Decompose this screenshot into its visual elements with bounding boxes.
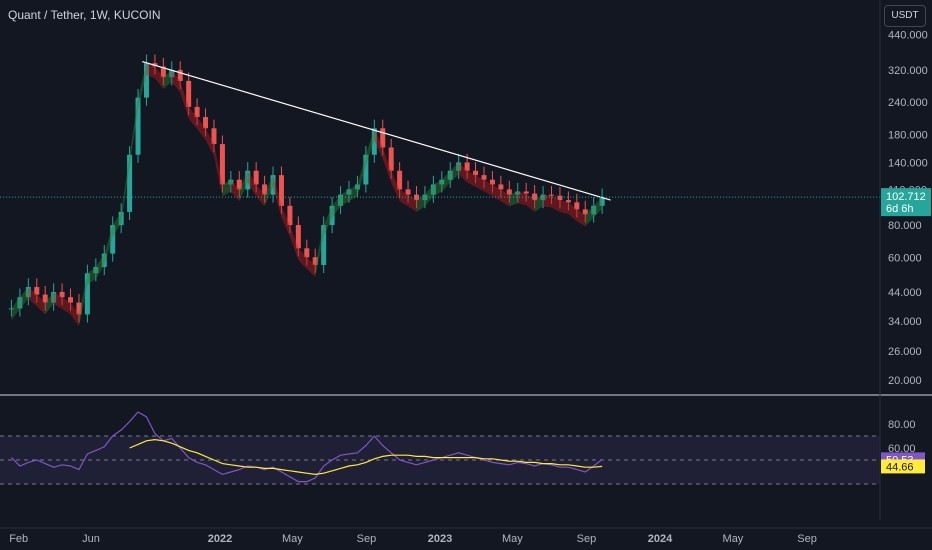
price-pane — [0, 54, 880, 327]
ribbon-segment — [543, 194, 552, 208]
last-price-label: 102.712 — [886, 191, 926, 203]
ribbon-segment — [441, 170, 451, 192]
chart-canvas[interactable]: 440.000320.000240.000180.000140.000110.0… — [0, 0, 932, 550]
x-tick-label: Feb — [9, 533, 28, 545]
x-tick-label: Jun — [82, 533, 100, 545]
ribbon-segment — [332, 194, 341, 218]
x-tick-label: May — [282, 533, 303, 545]
y-tick-label: 240.000 — [888, 97, 928, 109]
x-tick-label: 2023 — [428, 533, 452, 545]
y-tick-label: 180.000 — [888, 129, 928, 141]
y-tick-label: 320.000 — [888, 65, 928, 77]
y-tick-label: 34.000 — [888, 316, 922, 328]
ribbon-segment — [450, 162, 459, 183]
y-tick-label: 60.000 — [888, 252, 922, 264]
ribbon-segment — [11, 297, 20, 321]
ribbon-segment — [340, 189, 349, 207]
x-tick-label: Sep — [357, 533, 377, 545]
ribbon-segment — [593, 197, 603, 218]
rsi-ma-label: 44.66 — [886, 461, 914, 473]
y-tick-label: 20.000 — [888, 375, 922, 387]
y-tick-label: 44.000 — [888, 287, 922, 299]
x-tick-label: 2022 — [208, 533, 232, 545]
ribbon-segment — [433, 179, 442, 197]
rsi-y-tick-label: 80.00 — [888, 419, 916, 431]
ribbon-segment — [348, 184, 358, 202]
ribbon-segment — [19, 287, 29, 309]
ribbon-segment — [95, 253, 105, 279]
y-tick-label: 440.000 — [888, 29, 928, 41]
y-tick-label: 26.000 — [888, 346, 922, 358]
y-tick-label: 140.000 — [888, 157, 928, 169]
x-tick-label: May — [502, 533, 523, 545]
countdown-label: 6d 6h — [886, 203, 914, 215]
ribbon-segment — [424, 184, 434, 207]
ribbon-segment — [585, 205, 594, 227]
ribbon-segment — [87, 267, 96, 286]
x-tick-label: May — [723, 533, 744, 545]
x-tick-label: 2024 — [648, 533, 673, 545]
x-tick-label: Sep — [577, 533, 597, 545]
x-tick-label: Sep — [797, 533, 817, 545]
ribbon-segment — [559, 200, 569, 215]
y-tick-label: 80.000 — [888, 220, 922, 232]
ribbon-segment — [517, 191, 527, 206]
ribbon-segment — [112, 211, 122, 237]
rsi-pane — [0, 411, 880, 485]
